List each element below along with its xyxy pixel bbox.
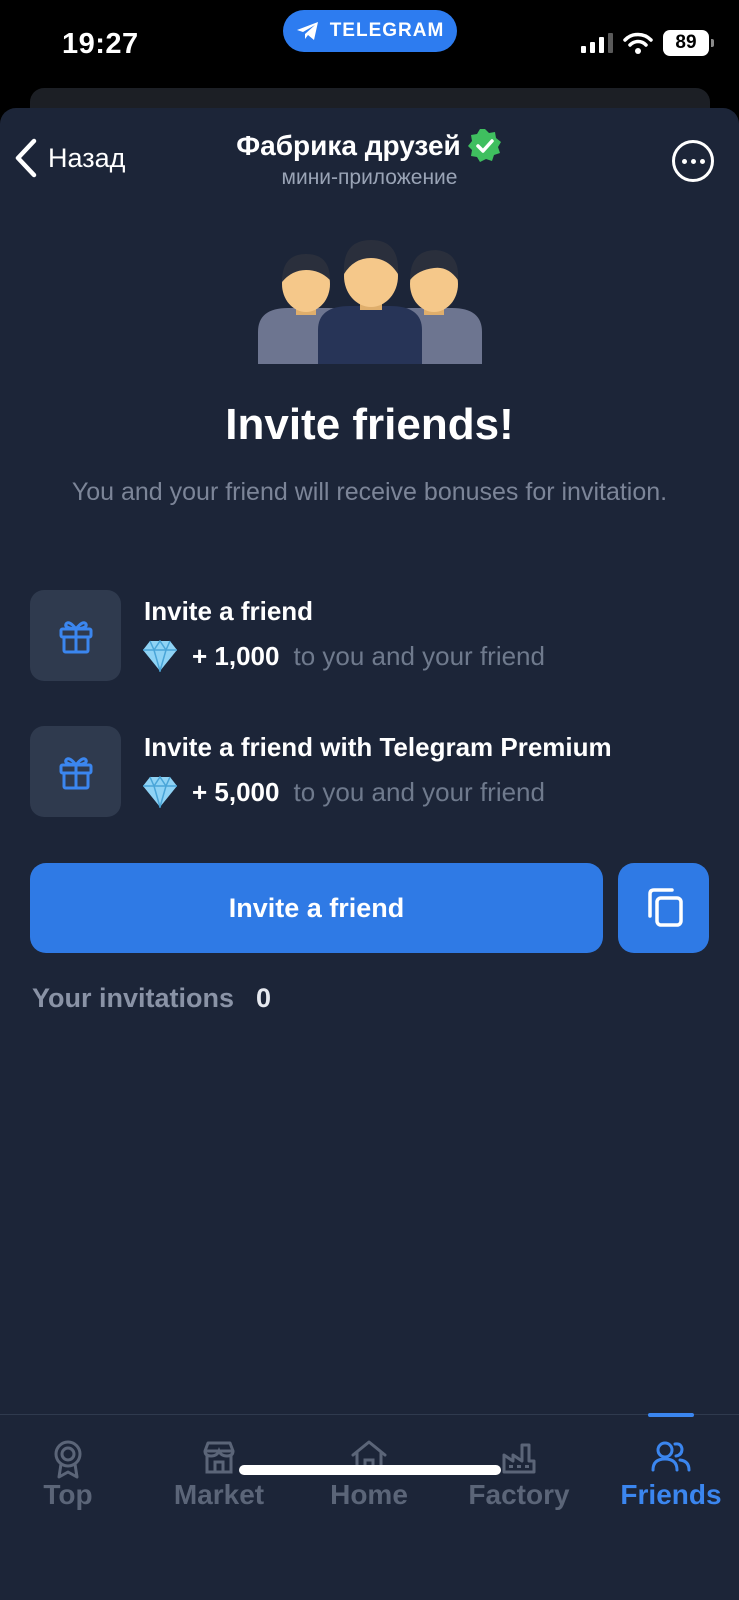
- tab-label: Home: [330, 1479, 408, 1510]
- copy-icon: [647, 888, 683, 927]
- wifi-icon: [623, 32, 653, 54]
- page-subheading: You and your friend will receive bonuses…: [71, 478, 668, 506]
- reward-amount: + 5,000: [192, 776, 280, 807]
- reward-line: + 5,000 to you and your friend: [142, 776, 545, 808]
- app-title: Фабрика друзей: [236, 130, 461, 161]
- tab-top[interactable]: Top: [0, 1415, 142, 1525]
- battery-indicator: 89: [663, 30, 714, 56]
- tab-label: Top: [43, 1479, 93, 1510]
- more-options-button[interactable]: [672, 140, 714, 182]
- tab-label: Market: [173, 1479, 265, 1510]
- more-dot-icon: [681, 158, 687, 164]
- more-dot-icon: [699, 158, 705, 164]
- more-dot-icon: [690, 158, 696, 164]
- app-subtitle: мини-приложение: [281, 166, 458, 189]
- invitations-summary: Your invitations 0: [32, 983, 271, 1014]
- reward-amount: + 1,000: [192, 640, 280, 671]
- mini-app-sheet: Назад Фабрика друзей мини-приложение Inv…: [0, 108, 739, 1600]
- telegram-pill[interactable]: TELEGRAM: [283, 10, 457, 52]
- reward-item-premium: Invite a friend with Telegram Premium + …: [30, 726, 710, 818]
- cellular-signal-icon: [581, 33, 613, 53]
- telegram-icon: [296, 22, 318, 40]
- reward-icon-box: [30, 590, 121, 681]
- status-indicators: 89: [581, 30, 714, 56]
- medal-icon: [54, 1440, 82, 1479]
- status-time: 19:27: [62, 28, 139, 60]
- verified-badge-icon: [467, 129, 501, 162]
- gift-icon: [59, 756, 92, 789]
- copy-link-button[interactable]: [618, 863, 709, 953]
- header: Назад Фабрика друзей мини-приложение: [0, 108, 739, 208]
- reward-line: + 1,000 to you and your friend: [142, 640, 545, 672]
- gift-icon: [59, 620, 92, 653]
- title-block: Фабрика друзей мини-приложение: [0, 128, 739, 190]
- factory-icon: [502, 1443, 536, 1474]
- bottom-tab-bar: Top Market Home Factory Friends: [0, 1413, 739, 1600]
- tab-friends[interactable]: Friends: [597, 1415, 739, 1525]
- tab-label: Friends: [620, 1479, 722, 1510]
- invite-friend-button[interactable]: Invite a friend: [30, 863, 603, 953]
- reward-icon-box: [30, 726, 121, 817]
- status-bar: 19:27 TELEGRAM 89: [0, 0, 739, 90]
- invitations-count: 0: [256, 983, 272, 1013]
- store-icon: [203, 1441, 235, 1474]
- diamond-icon: [143, 776, 177, 808]
- reward-suffix: to you and your friend: [293, 640, 545, 671]
- reward-suffix: to you and your friend: [293, 776, 545, 807]
- reward-title: Invite a friend with Telegram Premium: [144, 732, 612, 762]
- friends-illustration: [258, 240, 482, 364]
- tab-label: Factory: [468, 1479, 570, 1510]
- page-heading: Invite friends!: [225, 400, 514, 449]
- reward-title: Invite a friend: [144, 596, 314, 626]
- home-indicator[interactable]: [239, 1465, 501, 1475]
- invitations-label: Your invitations: [32, 983, 235, 1013]
- diamond-icon: [143, 640, 177, 672]
- reward-item-invite: Invite a friend + 1,000 to you and your …: [30, 590, 710, 682]
- telegram-pill-label: TELEGRAM: [329, 20, 445, 41]
- friends-icon: [651, 1441, 691, 1472]
